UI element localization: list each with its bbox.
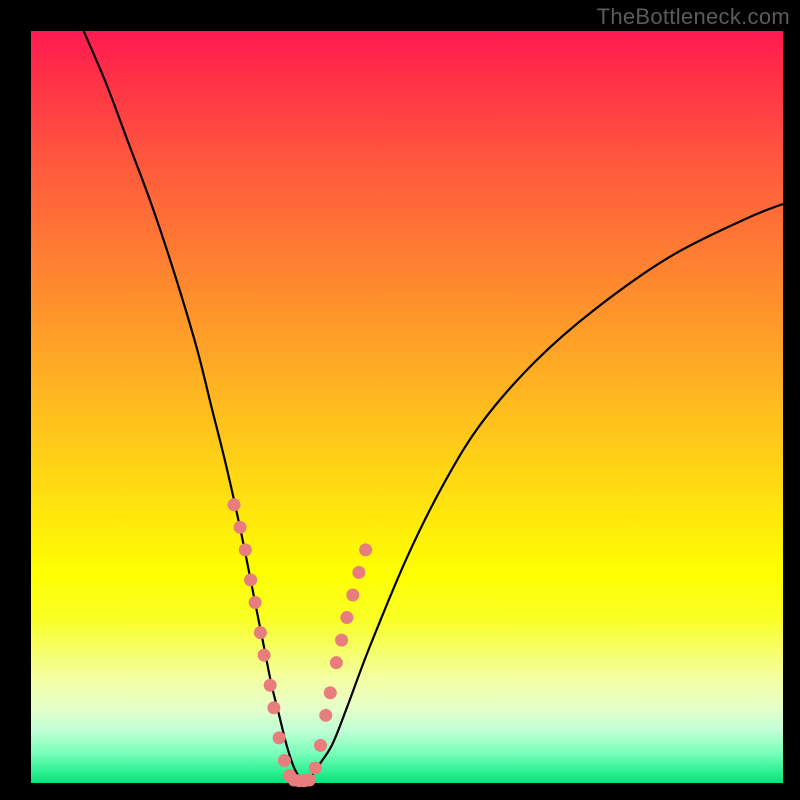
highlight-dot xyxy=(303,773,316,786)
highlight-dot xyxy=(244,573,257,586)
highlight-dot xyxy=(273,731,286,744)
highlight-dot xyxy=(330,656,343,669)
highlight-dot xyxy=(278,754,291,767)
highlight-dot xyxy=(324,686,337,699)
outer-frame: TheBottleneck.com xyxy=(0,0,800,800)
curve-layer xyxy=(31,31,783,783)
highlight-dot xyxy=(258,649,271,662)
highlight-dot xyxy=(340,611,353,624)
bottleneck-curve xyxy=(84,31,783,781)
plot-area xyxy=(31,31,783,783)
highlight-dot xyxy=(228,498,241,511)
highlight-dot xyxy=(359,543,372,556)
highlight-dot xyxy=(319,709,332,722)
highlight-dot xyxy=(254,626,267,639)
highlight-dot xyxy=(352,566,365,579)
highlight-dot xyxy=(314,739,327,752)
highlight-dot xyxy=(264,679,277,692)
highlight-dots xyxy=(228,498,373,787)
highlight-dot xyxy=(335,634,348,647)
highlight-dot xyxy=(249,596,262,609)
highlight-dot xyxy=(239,543,252,556)
highlight-dot xyxy=(234,521,247,534)
watermark-text: TheBottleneck.com xyxy=(597,4,790,30)
highlight-dot xyxy=(309,761,322,774)
highlight-dot xyxy=(267,701,280,714)
highlight-dot xyxy=(346,589,359,602)
